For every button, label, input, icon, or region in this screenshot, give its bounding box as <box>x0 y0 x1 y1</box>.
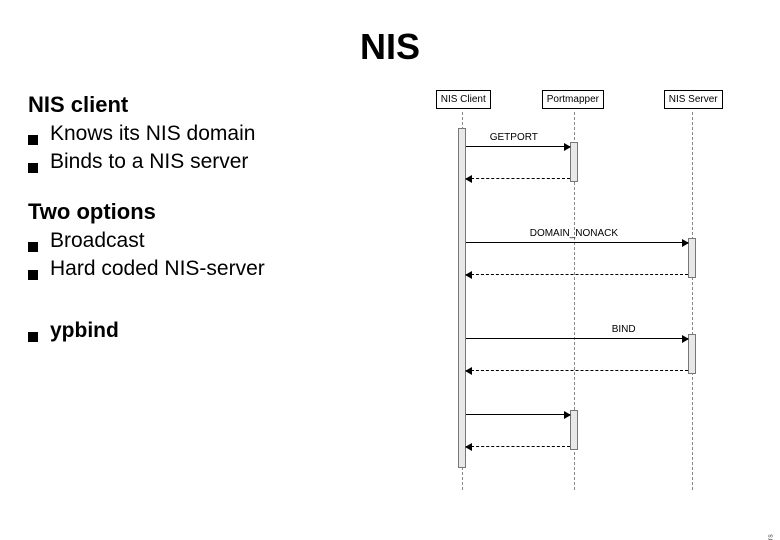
bullet-list-client: Knows its NIS domain Binds to a NIS serv… <box>28 120 404 177</box>
msg-label-domain-nonack: DOMAIN_NONACK <box>530 228 618 239</box>
bullet-text: Broadcast <box>50 227 145 255</box>
bullet-icon <box>28 135 38 145</box>
bullet-icon <box>28 163 38 173</box>
arrow-final <box>466 414 570 415</box>
list-item: Binds to a NIS server <box>28 148 404 176</box>
arrow-bind-return <box>466 370 688 371</box>
arrow-final-return <box>466 446 570 447</box>
section-heading-client: NIS client <box>28 92 404 118</box>
msg-label-getport: GETPORT <box>490 132 538 143</box>
arrow-getport <box>466 146 570 147</box>
footer-credit: ©2003–2004 David Byers <box>767 534 774 540</box>
list-item: Broadcast <box>28 227 404 255</box>
actor-box-server: NIS Server <box>664 90 723 109</box>
sequence-diagram: NIS Client Portmapper NIS Server GETPORT <box>412 90 752 490</box>
content-row: NIS client Knows its NIS domain Binds to… <box>28 88 752 490</box>
bullet-list-options: Broadcast Hard coded NIS-server <box>28 227 404 284</box>
arrow-bind <box>466 338 688 339</box>
list-item: Knows its NIS domain <box>28 120 404 148</box>
bullet-icon <box>28 332 38 342</box>
bullet-icon <box>28 242 38 252</box>
bullet-text: Binds to a NIS server <box>50 148 248 176</box>
bullet-text: Knows its NIS domain <box>50 120 255 148</box>
arrow-domain-nonack <box>466 242 688 243</box>
arrow-getport-return <box>466 178 570 179</box>
section-heading-options: Two options <box>28 199 404 225</box>
list-item: ypbind <box>28 317 404 345</box>
right-column: NIS Client Portmapper NIS Server GETPORT <box>412 88 752 490</box>
activation-server-1 <box>688 238 696 278</box>
lifeline-server <box>692 112 693 490</box>
bullet-icon <box>28 270 38 280</box>
list-item: Hard coded NIS-server <box>28 255 404 283</box>
bullet-text: Hard coded NIS-server <box>50 255 265 283</box>
left-column: NIS client Knows its NIS domain Binds to… <box>28 88 412 490</box>
activation-portmapper-2 <box>570 410 578 450</box>
actor-box-portmapper: Portmapper <box>542 90 604 109</box>
arrow-domain-nonack-return <box>466 274 688 275</box>
activation-server-2 <box>688 334 696 374</box>
slide: NIS NIS client Knows its NIS domain Bind… <box>0 0 780 540</box>
msg-label-bind: BIND <box>612 324 636 335</box>
bullet-list-ypbind: ypbind <box>28 317 404 345</box>
bullet-text: ypbind <box>50 317 119 345</box>
slide-title: NIS <box>28 26 752 68</box>
activation-portmapper <box>570 142 578 182</box>
actor-box-client: NIS Client <box>436 90 491 109</box>
